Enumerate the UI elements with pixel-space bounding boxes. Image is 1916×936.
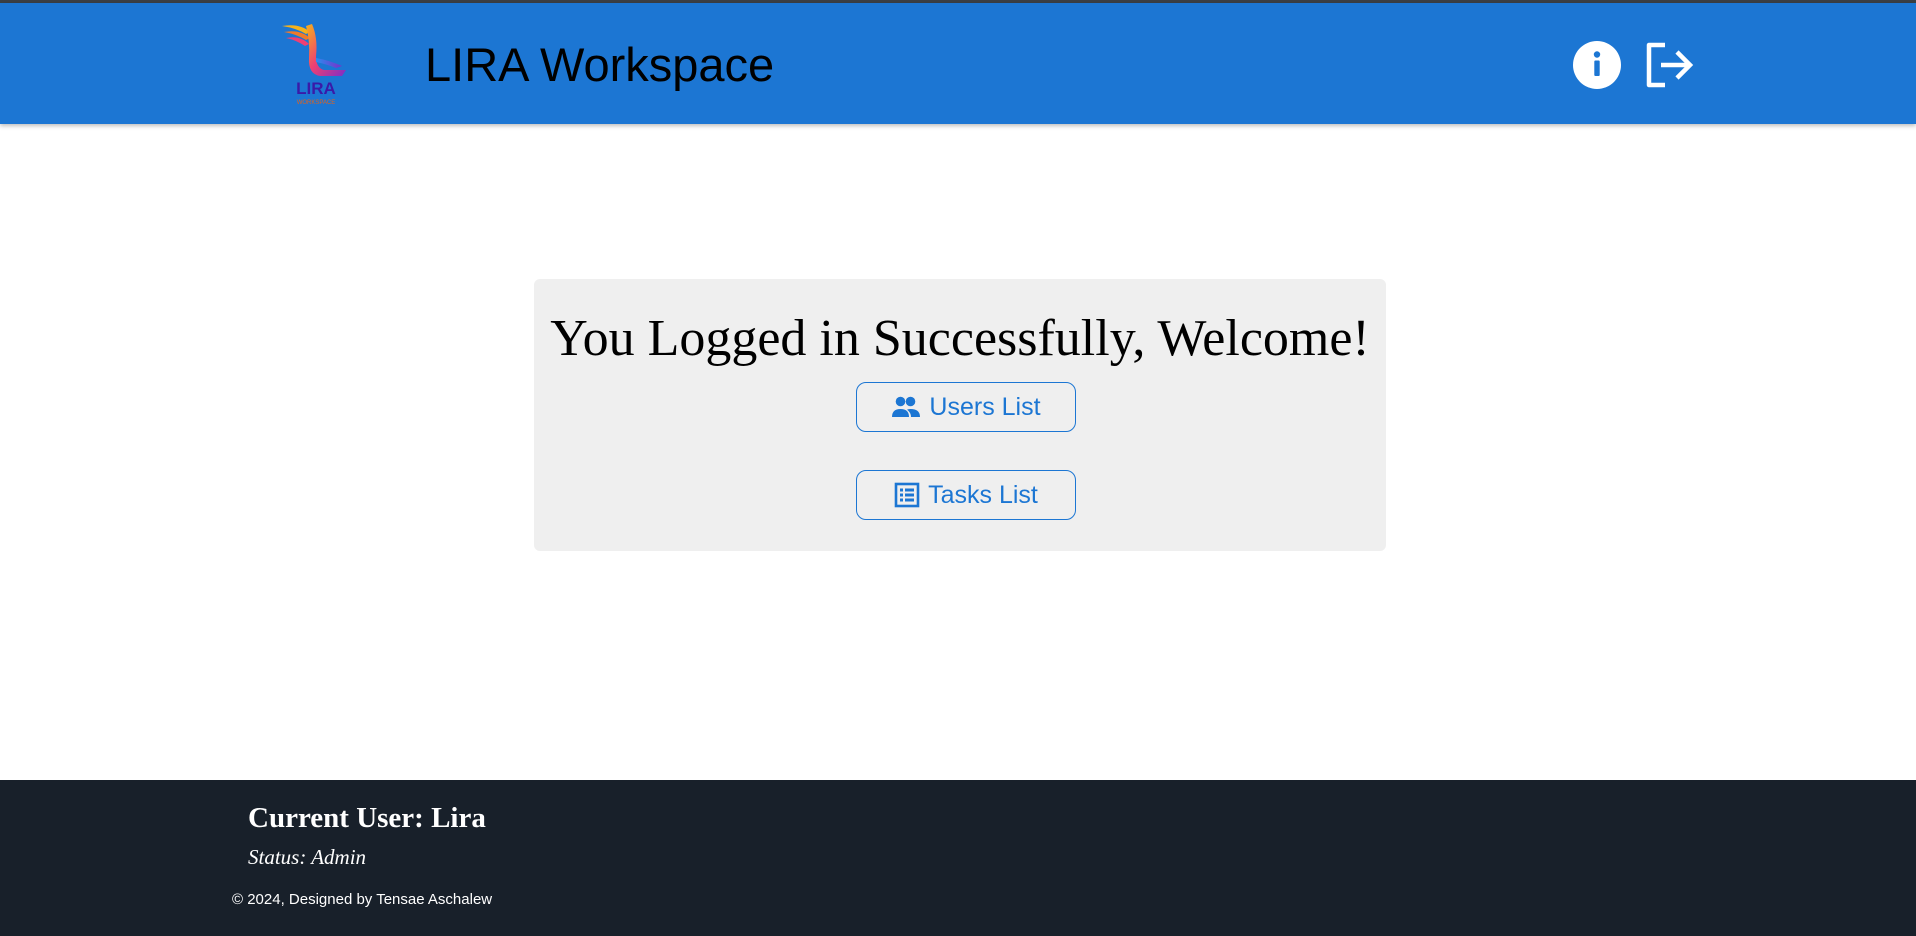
users-list-label: Users List bbox=[929, 392, 1041, 421]
list-icon bbox=[894, 482, 920, 508]
welcome-card: You Logged in Successfully, Welcome! Use… bbox=[534, 279, 1386, 551]
logo-subtext: WORKSPACE bbox=[297, 100, 336, 106]
logo-text: LIRA bbox=[296, 79, 336, 98]
current-user: Current User: Lira bbox=[248, 802, 486, 834]
info-circle-icon bbox=[1593, 51, 1601, 76]
user-status: Status: Admin bbox=[248, 845, 367, 869]
welcome-heading: You Logged in Successfully, Welcome! bbox=[550, 310, 1370, 367]
tasks-list-button[interactable]: Tasks List bbox=[856, 470, 1076, 520]
app-title: LIRA Workspace bbox=[425, 38, 775, 91]
users-icon bbox=[891, 395, 921, 419]
app-logo: LIRA WORKSPACE bbox=[276, 18, 356, 110]
app-footer: Current User: Lira Status: Admin © 2024,… bbox=[0, 780, 1916, 936]
app-header: LIRA WORKSPACE LIRA Workspace bbox=[0, 3, 1916, 124]
users-list-button[interactable]: Users List bbox=[856, 382, 1076, 432]
logout-icon bbox=[1646, 42, 1694, 88]
info-button[interactable] bbox=[1573, 41, 1621, 89]
copyright: © 2024, Designed by Tensae Aschalew bbox=[232, 891, 493, 908]
logout-button[interactable] bbox=[1644, 41, 1696, 89]
tasks-list-label: Tasks List bbox=[928, 480, 1038, 509]
